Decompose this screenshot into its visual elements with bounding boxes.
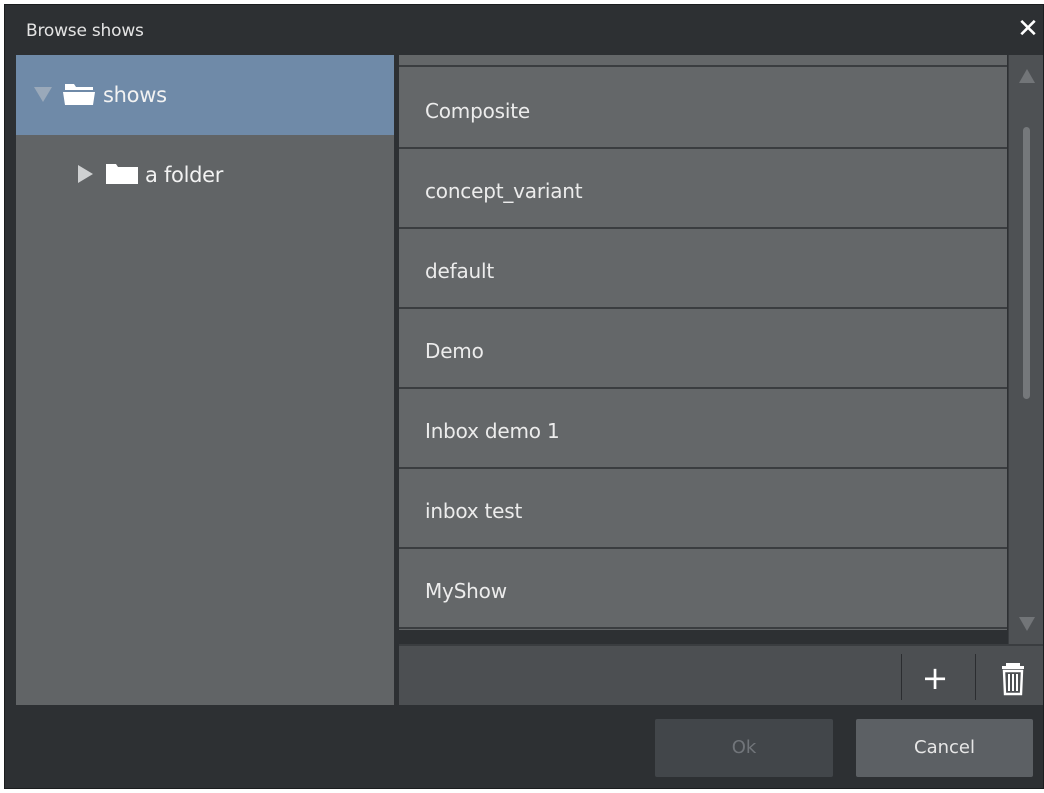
toolbar-divider — [975, 654, 976, 700]
list-item[interactable] — [399, 629, 1007, 630]
chevron-down-icon[interactable] — [34, 87, 52, 102]
close-icon[interactable]: ✕ — [1017, 16, 1039, 42]
tree-item-label: shows — [103, 83, 167, 107]
ok-button[interactable]: Ok — [655, 719, 833, 777]
add-show-button[interactable]: + — [913, 658, 957, 698]
list-item[interactable]: concept_variant — [399, 149, 1007, 229]
cancel-button[interactable]: Cancel — [856, 719, 1033, 777]
list-row-partial — [399, 55, 1007, 67]
shows-list: Composite concept_variant default Demo I… — [399, 55, 1007, 630]
tree-item-label: a folder — [145, 163, 224, 187]
folder-tree: shows a folder — [16, 55, 394, 705]
list-toolbar: + — [399, 644, 1043, 705]
list-item-label: concept_variant — [425, 179, 583, 203]
title-bar: Browse shows ✕ — [5, 5, 1043, 55]
list-item[interactable]: Inbox demo 1 — [399, 389, 1007, 469]
browse-shows-dialog: Browse shows ✕ shows a folder Composite … — [4, 4, 1044, 789]
folder-open-icon — [63, 84, 95, 105]
list-scrollbar[interactable] — [1008, 55, 1043, 644]
list-item[interactable]: Demo — [399, 309, 1007, 389]
dialog-title: Browse shows — [26, 21, 144, 41]
list-item-label: Demo — [425, 339, 484, 363]
scroll-thumb[interactable] — [1023, 127, 1030, 399]
folder-icon — [106, 164, 138, 184]
scroll-down-arrow-icon[interactable] — [1019, 617, 1035, 631]
list-item-label: default — [425, 259, 494, 283]
list-item[interactable]: default — [399, 229, 1007, 309]
list-item[interactable]: MyShow — [399, 549, 1007, 629]
list-item[interactable]: Composite — [399, 69, 1007, 149]
scroll-up-arrow-icon[interactable] — [1019, 69, 1035, 83]
toolbar-divider — [901, 654, 902, 700]
chevron-right-icon[interactable] — [78, 165, 93, 183]
dialog-button-bar: Ok Cancel — [5, 705, 1043, 788]
tree-item-a-folder[interactable]: a folder — [16, 135, 394, 215]
list-item[interactable]: inbox test — [399, 469, 1007, 549]
trash-icon — [1002, 663, 1024, 696]
list-item-label: Inbox demo 1 — [425, 419, 560, 443]
list-item-label: inbox test — [425, 499, 523, 523]
list-item-label: MyShow — [425, 579, 507, 603]
tree-item-shows[interactable]: shows — [16, 55, 394, 135]
list-item-label: Composite — [425, 99, 530, 123]
delete-show-button[interactable] — [996, 658, 1030, 698]
